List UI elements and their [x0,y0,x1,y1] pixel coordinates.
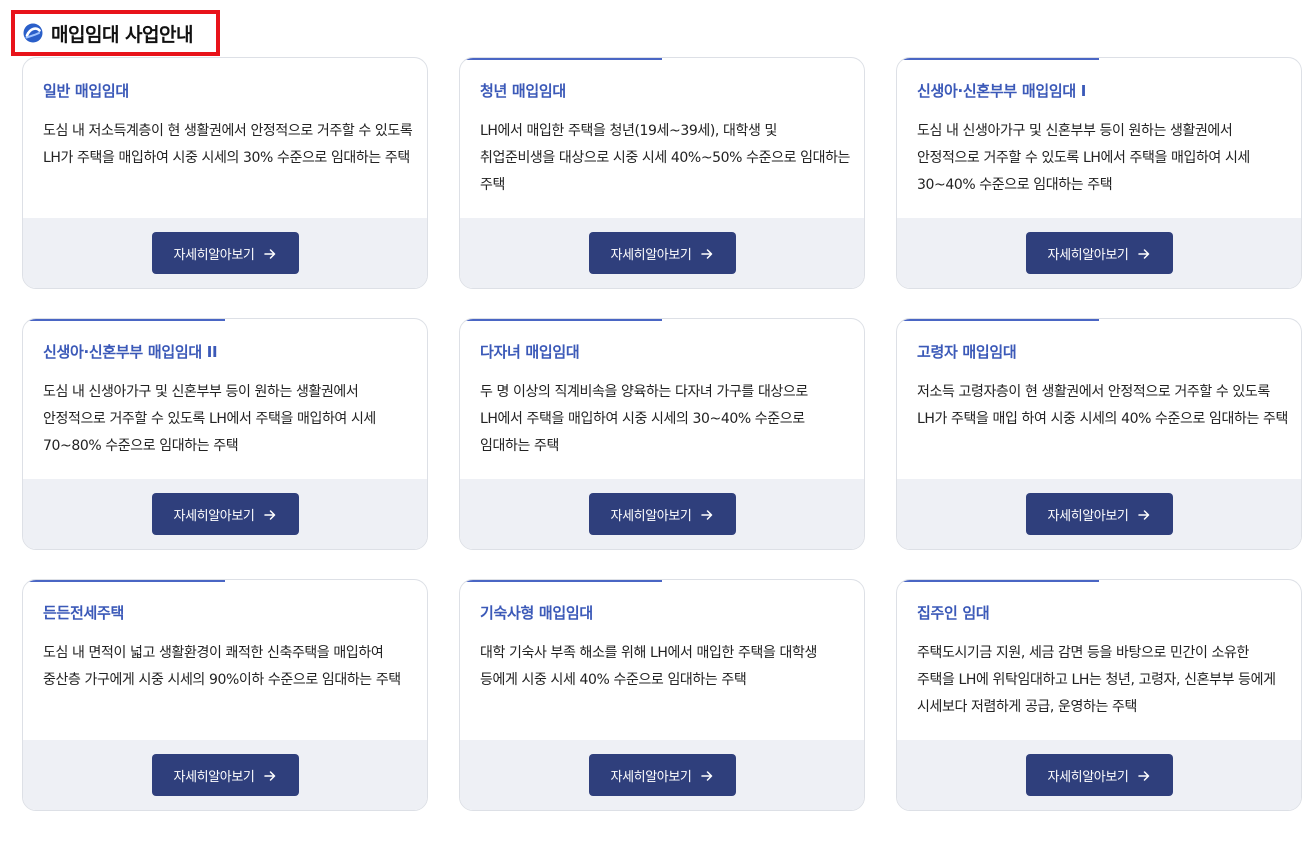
card-newborn-newlywed-rental-1: 신생아·신혼부부 매입임대 Ⅰ 도심 내 신생아가구 및 신혼부부 등이 원하는… [896,57,1302,289]
arrow-right-icon [264,770,276,781]
detail-button-label: 자세히알아보기 [173,508,255,524]
detail-button[interactable]: 자세히알아보기 [588,493,736,535]
arrow-right-icon [1138,248,1150,259]
card-multi-child-rental: 다자녀 매입임대 두 명 이상의 직계비속을 양육하는 다자녀 가구를 대상으로… [459,318,865,550]
arrow-right-icon [1138,770,1150,781]
detail-button-label: 자세히알아보기 [1047,508,1129,524]
page: 매입임대 사업안내 일반 매입임대 도심 내 저소득계층이 현 생활권에서 안정… [0,0,1314,844]
lh-logo-icon [23,23,43,43]
card-description: 주택도시기금 지원, 세금 감면 등을 바탕으로 민간이 소유한 주택을 LH에… [917,645,1276,715]
card-footer: 자세히알아보기 [23,218,427,288]
detail-button[interactable]: 자세히알아보기 [1025,232,1173,274]
card-description: 두 명 이상의 직계비속을 양육하는 다자녀 가구를 대상으로 LH에서 주택을… [480,384,808,454]
card-description: 도심 내 저소득계층이 현 생활권에서 안정적으로 거주할 수 있도록 LH가 … [43,123,413,166]
card-senior-rental: 고령자 매입임대 저소득 고령자층이 현 생활권에서 안정적으로 거주할 수 있… [896,318,1302,550]
card-footer: 자세히알아보기 [897,218,1301,288]
card-description: 도심 내 신생아가구 및 신혼부부 등이 원하는 생활권에서 안정적으로 거주할… [917,123,1250,193]
card-title: 집주인 임대 [917,604,990,622]
detail-button-label: 자세히알아보기 [173,247,255,263]
arrow-right-icon [701,770,713,781]
arrow-right-icon [701,509,713,520]
card-footer: 자세히알아보기 [23,479,427,549]
card-title: 든든전세주택 [43,604,125,622]
card-dormitory-rental: 기숙사형 매입임대 대학 기숙사 부족 해소를 위해 LH에서 매입한 주택을 … [459,579,865,811]
detail-button[interactable]: 자세히알아보기 [1025,493,1173,535]
card-description: 도심 내 면적이 넓고 생활환경이 쾌적한 신축주택을 매입하여 중산층 가구에… [43,645,401,688]
card-footer: 자세히알아보기 [460,740,864,810]
arrow-right-icon [1138,509,1150,520]
card-jeonse-housing: 든든전세주택 도심 내 면적이 넓고 생활환경이 쾌적한 신축주택을 매입하여 … [22,579,428,811]
card-newborn-newlywed-rental-2: 신생아·신혼부부 매입임대 II 도심 내 신생아가구 및 신혼부부 등이 원하… [22,318,428,550]
detail-button[interactable]: 자세히알아보기 [151,232,299,274]
card-title: 기숙사형 매입임대 [480,604,593,622]
arrow-right-icon [264,248,276,259]
card-title: 신생아·신혼부부 매입임대 Ⅰ [917,82,1087,100]
detail-button-label: 자세히알아보기 [610,769,692,785]
card-general-purchase-rental: 일반 매입임대 도심 내 저소득계층이 현 생활권에서 안정적으로 거주할 수 … [22,57,428,289]
detail-button-label: 자세히알아보기 [610,247,692,263]
detail-button[interactable]: 자세히알아보기 [151,493,299,535]
arrow-right-icon [701,248,713,259]
detail-button[interactable]: 자세히알아보기 [588,232,736,274]
card-footer: 자세히알아보기 [23,740,427,810]
card-description: LH에서 매입한 주택을 청년(19세~39세), 대학생 및 취업준비생을 대… [480,123,851,193]
card-title: 신생아·신혼부부 매입임대 II [43,343,218,361]
detail-button-label: 자세히알아보기 [610,508,692,524]
card-title: 일반 매입임대 [43,82,129,100]
detail-button-label: 자세히알아보기 [173,769,255,785]
detail-button[interactable]: 자세히알아보기 [1025,754,1173,796]
card-title: 청년 매입임대 [480,82,566,100]
card-description: 저소득 고령자층이 현 생활권에서 안정적으로 거주할 수 있도록 LH가 주택… [917,384,1288,427]
card-footer: 자세히알아보기 [897,479,1301,549]
card-footer: 자세히알아보기 [460,479,864,549]
card-title: 다자녀 매입임대 [480,343,580,361]
detail-button-label: 자세히알아보기 [1047,247,1129,263]
detail-button[interactable]: 자세히알아보기 [588,754,736,796]
card-description: 도심 내 신생아가구 및 신혼부부 등이 원하는 생활권에서 안정적으로 거주할… [43,384,376,454]
card-grid: 일반 매입임대 도심 내 저소득계층이 현 생활권에서 안정적으로 거주할 수 … [22,57,1302,811]
card-landlord-rental: 집주인 임대 주택도시기금 지원, 세금 감면 등을 바탕으로 민간이 소유한 … [896,579,1302,811]
card-footer: 자세히알아보기 [460,218,864,288]
arrow-right-icon [264,509,276,520]
detail-button[interactable]: 자세히알아보기 [151,754,299,796]
section-header: 매입임대 사업안내 [11,10,220,56]
card-description: 대학 기숙사 부족 해소를 위해 LH에서 매입한 주택을 대학생 등에게 시중… [480,645,817,688]
card-footer: 자세히알아보기 [897,740,1301,810]
card-title: 고령자 매입임대 [917,343,1017,361]
page-title: 매입임대 사업안내 [51,23,193,46]
card-youth-purchase-rental: 청년 매입임대 LH에서 매입한 주택을 청년(19세~39세), 대학생 및 … [459,57,865,289]
detail-button-label: 자세히알아보기 [1047,769,1129,785]
